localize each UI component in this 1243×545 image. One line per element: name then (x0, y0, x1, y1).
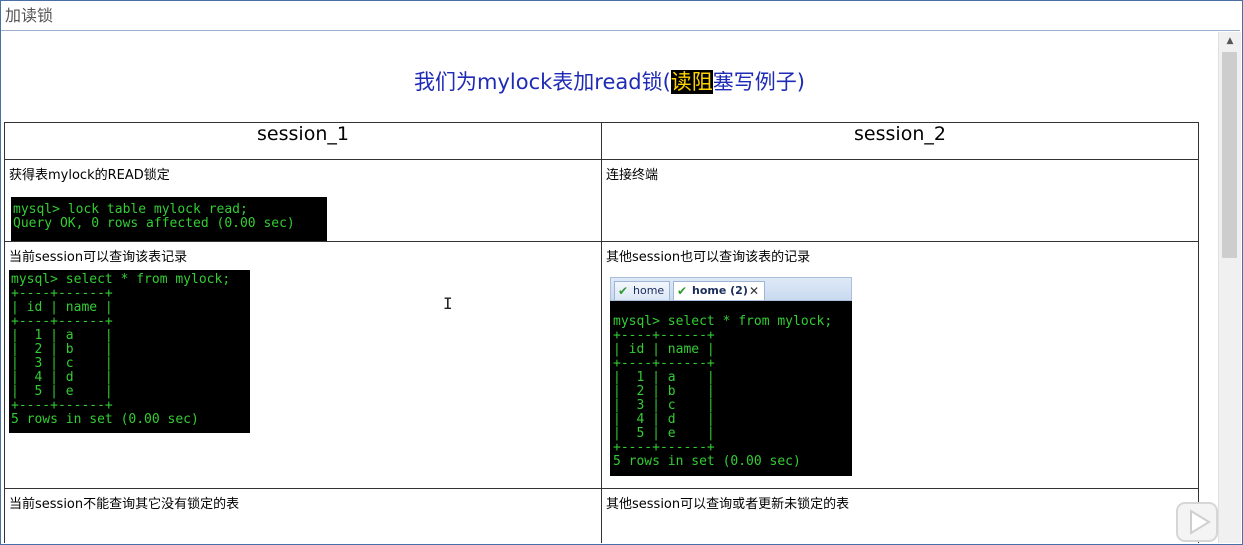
document-content: 我们为mylock表加read锁(读阻塞写例子) session_1 sessi… (1, 32, 1218, 543)
row1-session1-terminal: mysql> lock table mylock read; Query OK,… (11, 197, 327, 241)
row3-session2-cell: 其他session可以查询或者更新未锁定的表 (601, 488, 1199, 543)
row1-session2-cell: 连接终端 (601, 159, 1199, 242)
row3-session2-text: 其他session可以查询或者更新未锁定的表 (606, 497, 850, 512)
terminal-tab-strip: ✔ home ✔ home (2) ✕ (610, 277, 852, 301)
heading-text-before: 我们为mylock表加read锁( (414, 70, 671, 94)
row2-session1-text: 当前session可以查询该表记录 (9, 250, 188, 265)
tab-home-2[interactable]: ✔ home (2) ✕ (673, 281, 765, 300)
row3-session1-text: 当前session不能查询其它没有锁定的表 (9, 497, 240, 512)
check-icon: ✔ (677, 284, 688, 298)
table-header-row: session_1 session_2 (4, 122, 1199, 160)
tab-home-label: home (633, 284, 665, 297)
table-row: 当前session不能查询其它没有锁定的表 其他session可以查询或者更新未… (4, 488, 1199, 543)
row2-session1-terminal: mysql> select * from mylock; +----+-----… (9, 270, 250, 433)
row1-session2-text: 连接终端 (606, 168, 659, 183)
play-icon[interactable] (1175, 497, 1223, 545)
row2-session2-text: 其他session也可以查询该表的记录 (606, 250, 811, 265)
chevron-up-icon[interactable]: ▲ (1219, 32, 1241, 50)
row2-session2-terminal: mysql> select * from mylock; +----+-----… (610, 301, 852, 476)
tab-home[interactable]: ✔ home (614, 281, 670, 300)
page-heading: 我们为mylock表加read锁(读阻塞写例子) (1, 66, 1218, 96)
text-cursor-icon: I (443, 294, 453, 313)
tab-home-2-label: home (2) (692, 284, 748, 297)
scrollbar-thumb[interactable] (1222, 52, 1237, 258)
table-row: 获得表mylock的READ锁定 mysql> lock table myloc… (4, 159, 1199, 242)
header-session-1: session_1 (4, 122, 602, 160)
heading-highlight: 读阻 (670, 70, 713, 94)
row1-session1-text: 获得表mylock的READ锁定 (9, 168, 170, 183)
check-icon: ✔ (618, 284, 629, 298)
window-title: 加读锁 (1, 1, 1240, 31)
table-row: 当前session可以查询该表记录 mysql> select * from m… (4, 241, 1199, 489)
vertical-scrollbar[interactable]: ▲ (1218, 32, 1241, 543)
row2-session2-cell: 其他session也可以查询该表的记录 ✔ home ✔ home (2) ✕ (601, 241, 1199, 489)
row3-session1-cell: 当前session不能查询其它没有锁定的表 (4, 488, 602, 543)
row1-session1-cell: 获得表mylock的READ锁定 mysql> lock table myloc… (4, 159, 602, 242)
close-icon[interactable]: ✕ (749, 282, 759, 300)
heading-text-after: 塞写例子) (712, 70, 805, 94)
row2-session1-cell: 当前session可以查询该表记录 mysql> select * from m… (4, 241, 602, 489)
session-comparison-table: session_1 session_2 获得表mylock的READ锁定 mys… (4, 122, 1199, 543)
header-session-2: session_2 (601, 122, 1199, 160)
terminal-window: ✔ home ✔ home (2) ✕ mysql> select * from… (610, 277, 852, 476)
